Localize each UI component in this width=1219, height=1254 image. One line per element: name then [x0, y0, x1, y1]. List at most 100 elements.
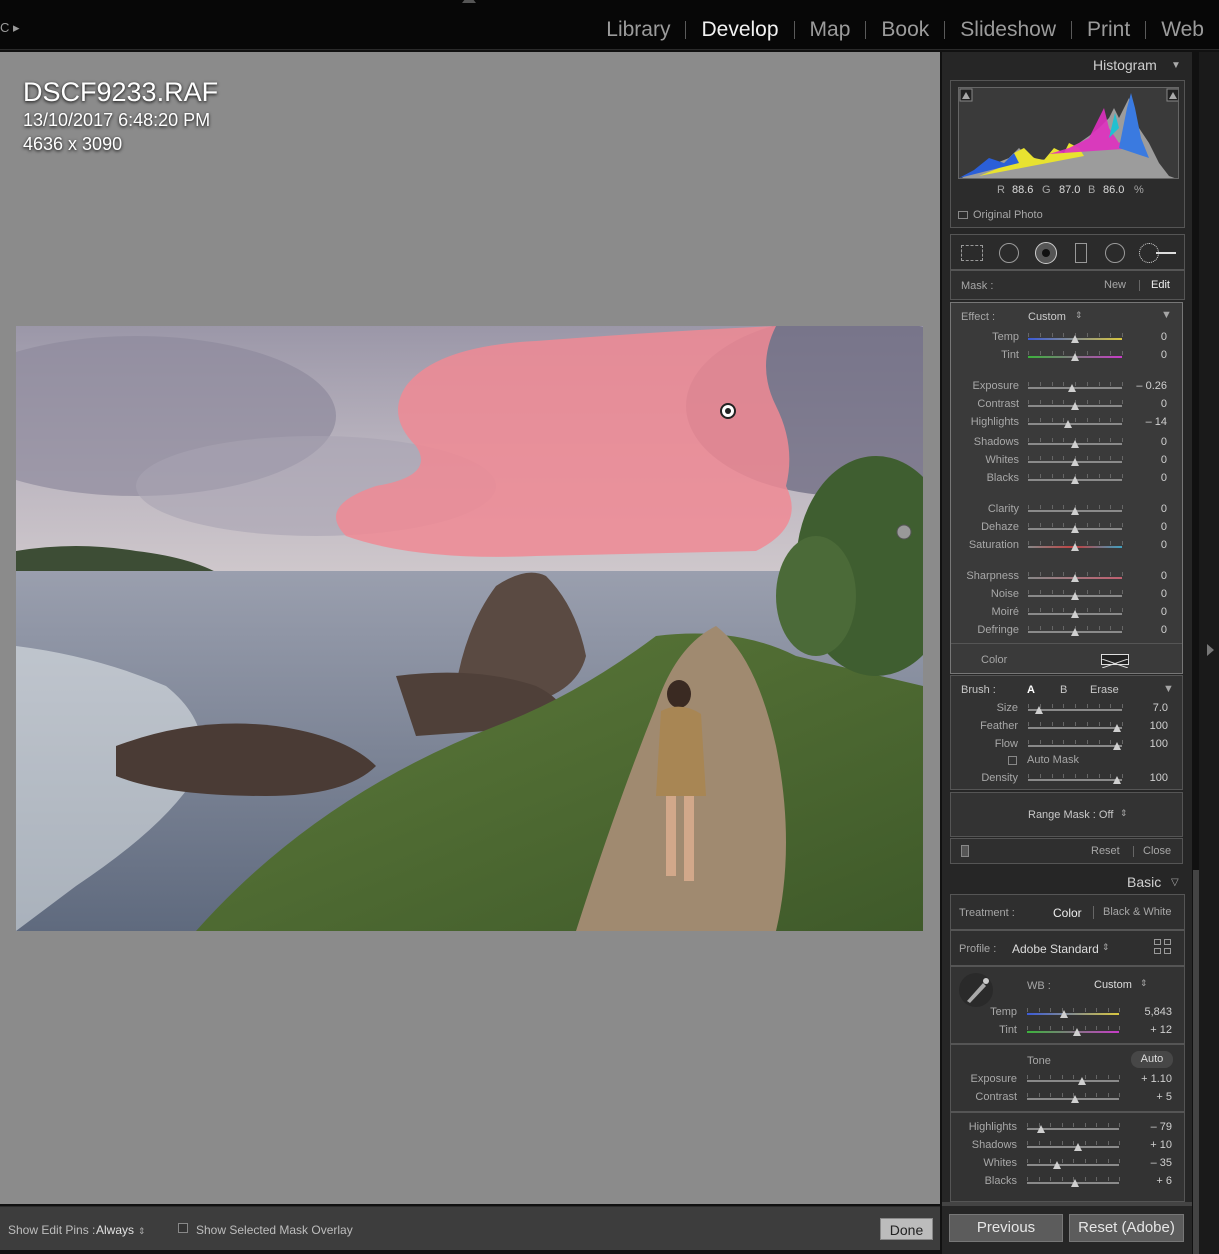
slider-thumb-tint[interactable] — [1072, 1028, 1081, 1036]
toggle-switch-icon[interactable] — [961, 845, 969, 857]
slider-thumb-sharpness[interactable] — [1071, 574, 1079, 582]
module-develop[interactable]: Develop — [686, 16, 793, 44]
reset-button[interactable]: Reset — [1091, 845, 1120, 857]
slider-value-defringe[interactable]: 0 — [1131, 624, 1167, 636]
slider-thumb-contrast[interactable] — [1070, 1095, 1079, 1103]
slider-thumb-blacks[interactable] — [1070, 1179, 1079, 1187]
slider-thumb-defringe[interactable] — [1071, 628, 1079, 636]
slider-thumb-feather[interactable] — [1113, 724, 1122, 732]
slider-thumb-noise[interactable] — [1071, 592, 1079, 600]
slider-value-clarity[interactable]: 0 — [1131, 503, 1167, 515]
slider-value-whites[interactable]: – 35 — [1126, 1157, 1172, 1169]
basic-title[interactable]: Basic — [1127, 874, 1161, 890]
slider-value-tint[interactable]: + 12 — [1126, 1024, 1172, 1036]
spot-removal-tool-icon[interactable] — [999, 243, 1019, 263]
range-mask-select[interactable]: Range Mask : Off — [1028, 809, 1113, 821]
treatment-color-button[interactable]: Color — [1053, 906, 1082, 920]
slider-value-temp[interactable]: 5,843 — [1126, 1006, 1172, 1018]
slider-thumb-highlights[interactable] — [1036, 1125, 1045, 1133]
slider-thumb-whites[interactable] — [1053, 1161, 1062, 1169]
slider-value-contrast[interactable]: + 5 — [1126, 1091, 1172, 1103]
slider-thumb-flow[interactable] — [1113, 742, 1122, 750]
panel-collapse-icon[interactable]: ▽ — [1171, 877, 1179, 888]
histogram-title[interactable]: Histogram — [1093, 57, 1157, 73]
module-print[interactable]: Print — [1072, 16, 1145, 44]
mask-edit-button[interactable]: Edit — [1151, 279, 1170, 291]
slider-thumb-saturation[interactable] — [1071, 543, 1079, 551]
show-mask-overlay-label[interactable]: Show Selected Mask Overlay — [196, 1223, 353, 1237]
profile-browser-icon[interactable] — [1154, 939, 1172, 955]
close-button[interactable]: Close — [1143, 845, 1171, 857]
slider-thumb-tint[interactable] — [1071, 353, 1079, 361]
reset-adobe-button[interactable]: Reset (Adobe) — [1069, 1214, 1184, 1242]
slider-value-dehaze[interactable]: 0 — [1131, 521, 1167, 533]
slider-value-density[interactable]: 100 — [1126, 772, 1168, 784]
slider-value-exposure[interactable]: + 1.10 — [1126, 1073, 1172, 1085]
show-mask-overlay-checkbox[interactable] — [178, 1223, 188, 1233]
slider-value-tint[interactable]: 0 — [1131, 349, 1167, 361]
effect-disclosure-icon[interactable]: ▼ — [1161, 309, 1172, 321]
slider-thumb-exposure[interactable] — [1068, 384, 1077, 392]
treatment-bw-button[interactable]: Black & White — [1103, 906, 1171, 918]
slider-value-flow[interactable]: 100 — [1126, 738, 1168, 750]
slider-value-sharpness[interactable]: 0 — [1131, 570, 1167, 582]
slider-value-size[interactable]: 7.0 — [1126, 702, 1168, 714]
panel-collapse-icon[interactable]: ▼ — [1171, 60, 1181, 71]
slider-value-saturation[interactable]: 0 — [1131, 539, 1167, 551]
done-button[interactable]: Done — [880, 1218, 933, 1240]
slider-value-exposure[interactable]: – 0.26 — [1131, 380, 1167, 392]
slider-thumb-highlights[interactable] — [1064, 420, 1073, 428]
brush-erase-button[interactable]: Erase — [1090, 684, 1119, 696]
wb-select[interactable]: Custom — [1094, 979, 1132, 991]
original-photo-label[interactable]: Original Photo — [973, 209, 1043, 221]
auto-mask-label[interactable]: Auto Mask — [1027, 754, 1079, 766]
slider-thumb-shadows[interactable] — [1073, 1143, 1082, 1151]
previous-button[interactable]: Previous — [949, 1214, 1063, 1242]
slider-value-shadows[interactable]: 0 — [1131, 436, 1167, 448]
effect-preset-select[interactable]: Custom — [1028, 311, 1066, 323]
slider-value-temp[interactable]: 0 — [1131, 331, 1167, 343]
module-web[interactable]: Web — [1146, 16, 1219, 44]
slider-value-shadows[interactable]: + 10 — [1126, 1139, 1172, 1151]
crop-tool-icon[interactable] — [961, 245, 983, 261]
wb-eyedropper-icon[interactable] — [959, 973, 993, 1007]
module-slideshow[interactable]: Slideshow — [945, 16, 1071, 44]
slider-thumb-contrast[interactable] — [1071, 402, 1079, 410]
identity-plate-toggle[interactable]: C ▸ — [0, 20, 20, 36]
slider-value-feather[interactable]: 100 — [1126, 720, 1168, 732]
show-edit-pins-select[interactable]: Always ⇕ — [96, 1223, 146, 1237]
slider-thumb-moir[interactable] — [1071, 610, 1079, 618]
photo-preview[interactable] — [16, 326, 923, 931]
slider-track-exposure[interactable] — [1027, 1080, 1119, 1082]
slider-thumb-size[interactable] — [1035, 706, 1044, 714]
auto-mask-checkbox[interactable] — [1008, 756, 1017, 765]
slider-track-feather[interactable] — [1028, 727, 1122, 729]
color-swatch[interactable] — [1101, 654, 1129, 669]
slider-thumb-temp[interactable] — [1071, 335, 1079, 343]
slider-value-contrast[interactable]: 0 — [1131, 398, 1167, 410]
auto-tone-button[interactable]: Auto — [1131, 1051, 1173, 1068]
expand-filmstrip-icon[interactable] — [1207, 644, 1214, 656]
slider-value-highlights[interactable]: – 79 — [1126, 1121, 1172, 1133]
graduated-filter-icon[interactable] — [1075, 243, 1087, 263]
slider-track-highlights[interactable] — [1028, 423, 1122, 425]
slider-track-flow[interactable] — [1028, 745, 1122, 747]
mask-new-button[interactable]: New — [1104, 279, 1126, 291]
slider-thumb-temp[interactable] — [1059, 1010, 1068, 1018]
original-photo-checkbox[interactable] — [958, 211, 968, 219]
slider-thumb-shadows[interactable] — [1071, 440, 1079, 448]
slider-thumb-clarity[interactable] — [1071, 507, 1079, 515]
module-book[interactable]: Book — [866, 16, 944, 44]
slider-value-blacks[interactable]: 0 — [1131, 472, 1167, 484]
panel-collapse-arrow-icon[interactable] — [462, 0, 476, 3]
brush-disclosure-icon[interactable]: ▼ — [1163, 683, 1174, 695]
slider-track-whites[interactable] — [1027, 1164, 1119, 1166]
slider-value-noise[interactable]: 0 — [1131, 588, 1167, 600]
slider-thumb-whites[interactable] — [1071, 458, 1079, 466]
slider-track-temp[interactable] — [1027, 1013, 1119, 1015]
brush-b-button[interactable]: B — [1060, 684, 1067, 696]
radial-filter-icon[interactable] — [1105, 243, 1125, 263]
histogram-graph[interactable] — [958, 87, 1179, 179]
slider-value-blacks[interactable]: + 6 — [1126, 1175, 1172, 1187]
slider-thumb-blacks[interactable] — [1071, 476, 1079, 484]
